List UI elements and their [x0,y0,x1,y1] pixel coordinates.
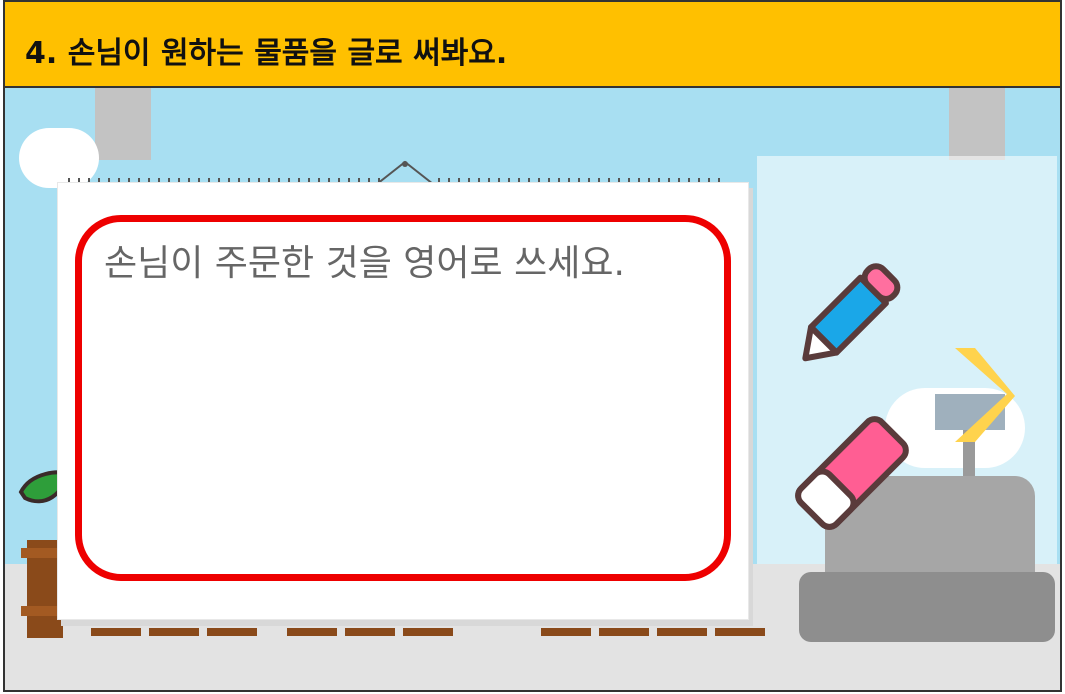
floor-plank [207,628,257,636]
pillar-right [949,88,1005,160]
floor-plank [149,628,199,636]
floor-plank [91,628,141,636]
floor-plank [657,628,707,636]
shop-scene: 손님이 주문한 것을 영어로 쓰세요. [5,88,1060,690]
activity-frame: 4. 손님이 원하는 물품을 글로 써봐요. 손님이 주문한 것을 영어로 쓰세… [3,0,1062,692]
writing-prompt: 손님이 주문한 것을 영어로 쓰세요. [104,243,625,284]
floor-plank [403,628,453,636]
eraser-icon[interactable] [785,408,919,538]
floor-plank [345,628,395,636]
pillar-left [95,88,151,160]
instruction-title: 4. 손님이 원하는 물품을 글로 써봐요. [25,36,508,71]
floor-plank [287,628,337,636]
pencil-icon[interactable] [785,248,919,378]
floor-plank [599,628,649,636]
instruction-header: 4. 손님이 원하는 물품을 글로 써봐요. [5,2,1060,88]
answer-writing-area[interactable]: 손님이 주문한 것을 영어로 쓰세요. [75,215,731,581]
floor-plank [541,628,591,636]
chevron-right-icon[interactable] [945,346,1015,446]
floor-plank [715,628,765,636]
